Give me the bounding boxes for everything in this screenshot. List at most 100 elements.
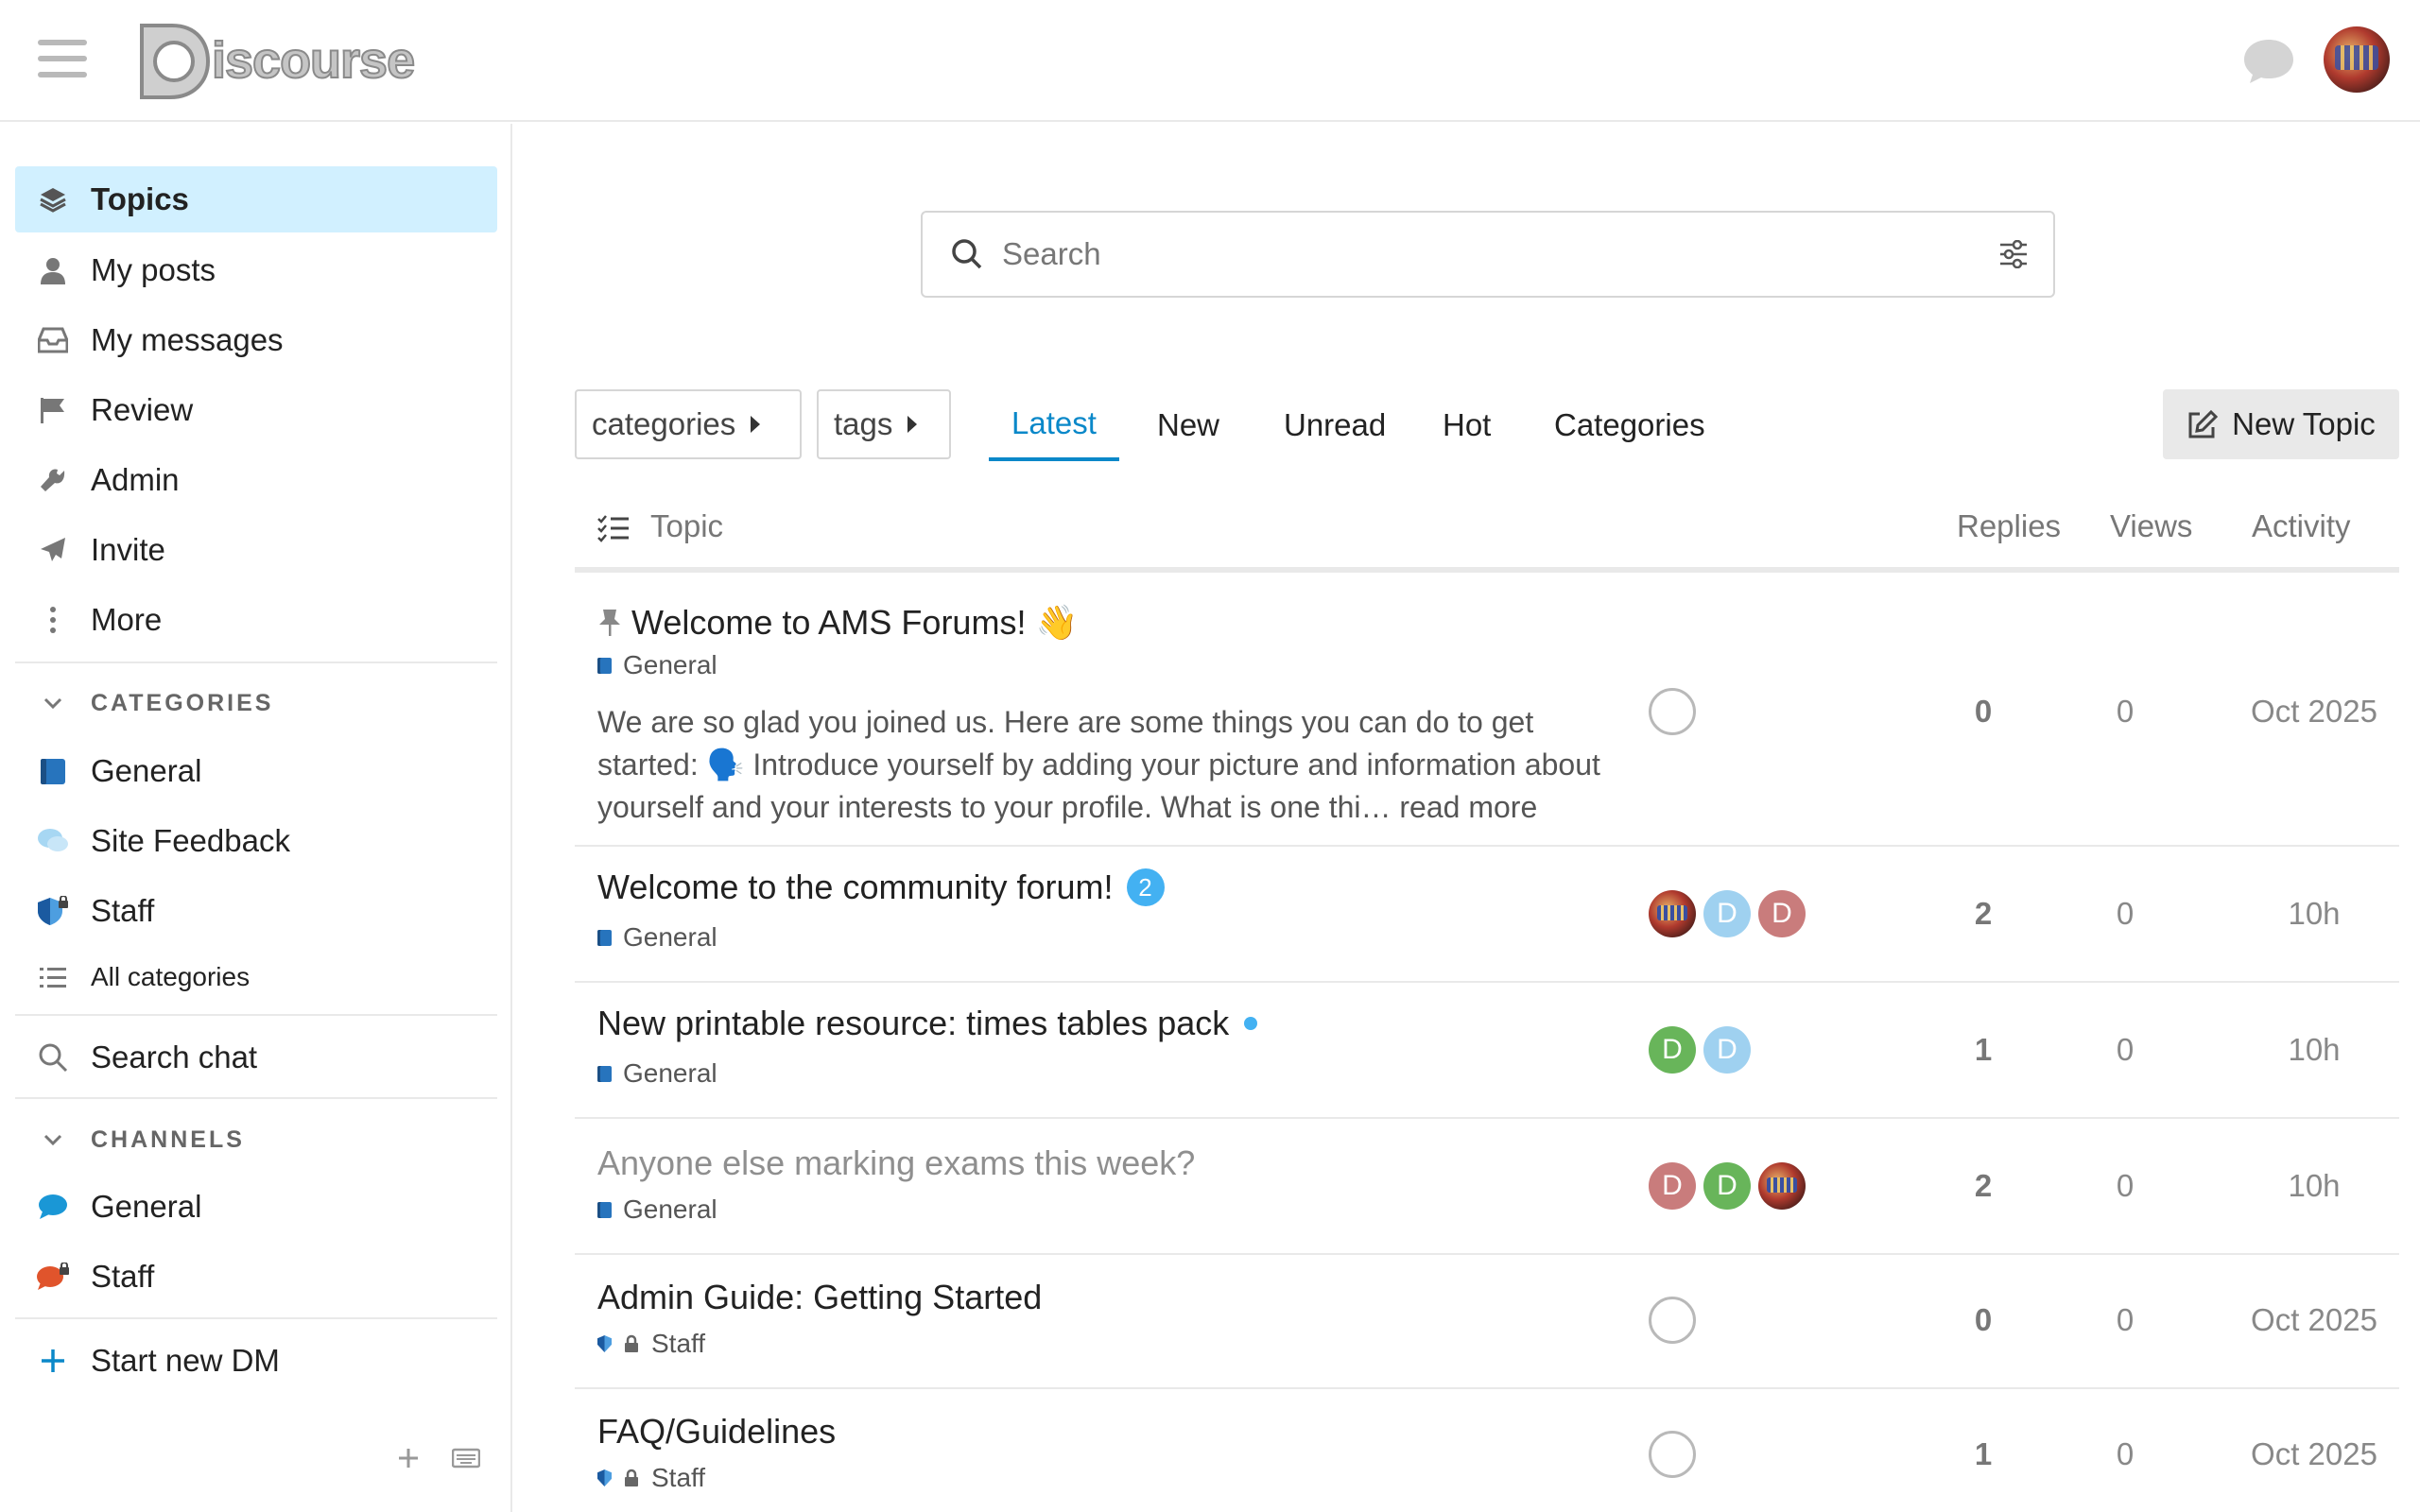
sidebar-channel-general[interactable]: General (15, 1174, 497, 1240)
table-row[interactable]: Welcome to AMS Forums! 👋 General We are … (575, 580, 2399, 847)
column-activity[interactable]: Activity (2252, 508, 2351, 544)
tab-hot[interactable]: Hot (1420, 389, 1513, 461)
sidebar-category-general[interactable]: General (15, 738, 497, 804)
topic-activity[interactable]: Oct 2025 (2229, 1436, 2399, 1472)
topic-category-label: General (623, 650, 717, 679)
sidebar-start-new-dm[interactable]: Start new DM (15, 1328, 497, 1394)
topic-title[interactable]: New printable resource: times tables pac… (597, 1004, 1258, 1043)
add-section-plus-icon[interactable] (397, 1447, 420, 1469)
topic-category[interactable]: General (597, 1058, 717, 1089)
topic-activity[interactable]: 10h (2229, 1032, 2399, 1068)
chat-icon[interactable] (2240, 36, 2297, 85)
topic-title[interactable]: Welcome to the community forum! 2 (597, 868, 1165, 907)
categories-section-toggle[interactable]: CATEGORIES (15, 679, 273, 727)
sidebar-item-label: My posts (91, 252, 216, 287)
tab-categories[interactable]: Categories (1531, 389, 1728, 461)
tab-new[interactable]: New (1134, 389, 1242, 461)
topic-title[interactable]: Anyone else marking exams this week? (597, 1143, 1195, 1183)
topic-title[interactable]: FAQ/Guidelines (597, 1412, 836, 1452)
site-logo[interactable]: iscourse (134, 17, 416, 104)
hamburger-menu-icon[interactable] (38, 40, 87, 81)
sidebar-search-chat[interactable]: Search chat (15, 1024, 497, 1091)
table-row[interactable]: Anyone else marking exams this week? Gen… (575, 1119, 2399, 1255)
unread-count-badge[interactable]: 2 (1126, 868, 1165, 906)
search-input[interactable] (1002, 236, 1998, 272)
sidebar-item-review[interactable]: Review (15, 377, 497, 443)
topic-posters (1649, 688, 1696, 735)
channels-section-toggle[interactable]: CHANNELS (15, 1116, 245, 1163)
avatar[interactable] (1649, 890, 1696, 937)
table-row[interactable]: Admin Guide: Getting Started Staff 0 0 O… (575, 1255, 2399, 1389)
sidebar-all-categories[interactable]: All categories (15, 944, 497, 1010)
avatar[interactable]: D (1649, 1026, 1696, 1074)
lock-icon (625, 1469, 638, 1486)
topic-activity[interactable]: 10h (2229, 896, 2399, 932)
avatar[interactable] (1758, 1162, 1806, 1210)
topic-category[interactable]: Staff (597, 1329, 705, 1359)
column-views[interactable]: Views (2110, 508, 2192, 544)
topic-category-label: Staff (651, 1463, 706, 1492)
sidebar-divider (15, 1014, 497, 1016)
user-avatar[interactable] (2324, 26, 2390, 93)
topic-posters: D D (1649, 1162, 1806, 1210)
bulk-select-icon[interactable] (597, 514, 630, 542)
topic-activity[interactable]: Oct 2025 (2229, 694, 2399, 730)
search-filters-icon[interactable] (1998, 240, 2029, 268)
sidebar-item-label: Search chat (91, 1040, 258, 1074)
sidebar-item-admin[interactable]: Admin (15, 447, 497, 513)
sidebar-channel-staff[interactable]: Staff (15, 1244, 497, 1310)
category-square-icon (597, 1201, 612, 1218)
topic-title[interactable]: Welcome to AMS Forums! 👋 (597, 603, 1078, 643)
topic-category[interactable]: General (597, 650, 717, 680)
tags-dropdown[interactable]: tags (817, 389, 951, 459)
topic-category[interactable]: General (597, 922, 717, 953)
topic-category[interactable]: Staff (597, 1463, 705, 1493)
system-avatar[interactable] (1649, 688, 1696, 735)
topic-activity[interactable]: Oct 2025 (2229, 1302, 2399, 1338)
search-bar (921, 211, 2055, 298)
tab-unread[interactable]: Unread (1261, 389, 1409, 461)
sidebar-category-site-feedback[interactable]: Site Feedback (15, 808, 497, 874)
topic-replies: 2 (1974, 1168, 1993, 1203)
sidebar-item-topics[interactable]: Topics (15, 166, 497, 232)
avatar[interactable]: D (1758, 890, 1806, 937)
new-topic-button[interactable]: New Topic (2163, 389, 2399, 459)
tab-latest[interactable]: Latest (989, 389, 1119, 461)
categories-heading: CATEGORIES (91, 689, 274, 716)
topic-category[interactable]: General (597, 1194, 717, 1225)
column-topic[interactable]: Topic (650, 508, 723, 544)
table-row[interactable]: FAQ/Guidelines Staff 1 0 Oct 2025 (575, 1389, 2399, 1512)
chevron-down-icon (26, 697, 79, 709)
sidebar: Topics My posts My messages Review Admin… (0, 124, 512, 1512)
categories-dropdown[interactable]: categories (575, 389, 802, 459)
topic-views: 0 (2116, 1168, 2135, 1203)
sidebar-footer (397, 1447, 480, 1469)
sidebar-category-staff[interactable]: Staff (15, 878, 497, 944)
sidebar-item-label: Topics (91, 181, 189, 216)
table-row[interactable]: New printable resource: times tables pac… (575, 983, 2399, 1119)
avatar[interactable]: D (1703, 1162, 1751, 1210)
topic-posters: D D (1649, 890, 1806, 937)
table-row[interactable]: Welcome to the community forum! 2 Genera… (575, 847, 2399, 983)
sidebar-item-label: All categories (91, 962, 251, 991)
column-replies[interactable]: Replies (1957, 508, 2061, 544)
sidebar-divider (15, 662, 497, 663)
topic-views: 0 (2116, 694, 2135, 729)
system-avatar[interactable] (1649, 1297, 1696, 1344)
sidebar-item-more[interactable]: More (15, 587, 497, 653)
sidebar-item-invite[interactable]: Invite (15, 517, 497, 583)
avatar[interactable]: D (1703, 1026, 1751, 1074)
topic-title[interactable]: Admin Guide: Getting Started (597, 1278, 1042, 1317)
keyboard-icon[interactable] (452, 1448, 480, 1469)
avatar[interactable]: D (1703, 890, 1751, 937)
user-icon (26, 256, 79, 284)
sidebar-item-my-posts[interactable]: My posts (15, 237, 497, 303)
tags-dropdown-label: tags (834, 406, 893, 441)
topic-activity[interactable]: 10h (2229, 1168, 2399, 1204)
read-more-link[interactable]: read more (1399, 790, 1537, 824)
sidebar-item-my-messages[interactable]: My messages (15, 307, 497, 373)
category-square-icon (597, 1065, 612, 1082)
shield-icon (597, 1469, 612, 1486)
avatar[interactable]: D (1649, 1162, 1696, 1210)
system-avatar[interactable] (1649, 1431, 1696, 1478)
